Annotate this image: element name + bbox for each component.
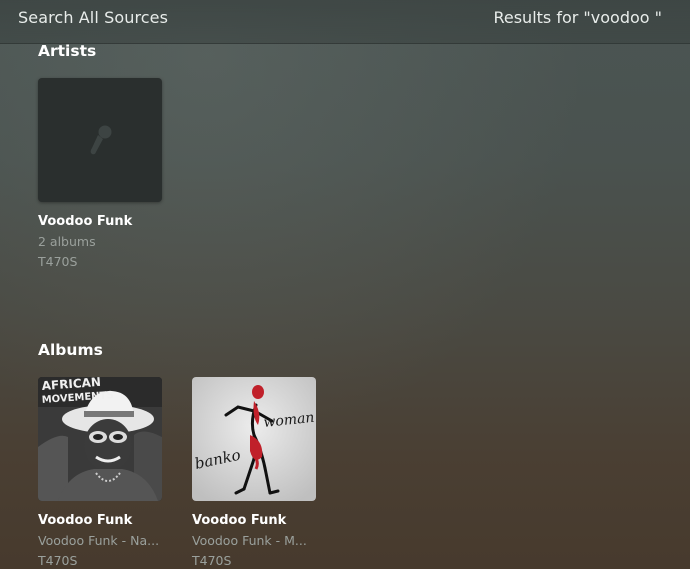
- album-subtitle: Voodoo Funk - Na...: [38, 533, 160, 548]
- artist-card[interactable]: Voodoo Funk 2 albums T470S: [38, 78, 162, 269]
- artist-name[interactable]: Voodoo Funk: [38, 214, 162, 229]
- album-title[interactable]: Voodoo Funk: [38, 513, 162, 528]
- artist-album-count: 2 albums: [38, 234, 96, 249]
- album-subtitle: Voodoo Funk - M...: [192, 533, 307, 548]
- search-all-sources[interactable]: Search All Sources: [18, 8, 168, 27]
- results-label: Results for "voodoo ": [493, 8, 662, 27]
- artist-thumbnail[interactable]: [38, 78, 162, 202]
- album-source: T470S: [192, 553, 232, 568]
- album-cover[interactable]: AFRICAN MOVEMENTS: [38, 377, 162, 501]
- microphone-icon: [90, 125, 112, 155]
- album-cover[interactable]: banko woman: [192, 377, 316, 501]
- album-card[interactable]: banko woman Voodoo Funk Voodoo Funk - M.…: [192, 377, 316, 568]
- album-source: T470S: [38, 553, 78, 568]
- album-title[interactable]: Voodoo Funk: [192, 513, 316, 528]
- album-card[interactable]: AFRICAN MOVEMENTS Voodoo Funk Voodoo Fun…: [38, 377, 162, 568]
- album-cover-art-banko-woman: banko woman: [192, 377, 316, 501]
- header-bar: Search All Sources Results for "voodoo ": [0, 0, 690, 44]
- albums-heading: Albums: [38, 341, 103, 359]
- artist-source: T470S: [38, 254, 78, 269]
- album-cover-art-african-movements: AFRICAN MOVEMENTS: [38, 377, 162, 501]
- artists-heading: Artists: [38, 42, 97, 60]
